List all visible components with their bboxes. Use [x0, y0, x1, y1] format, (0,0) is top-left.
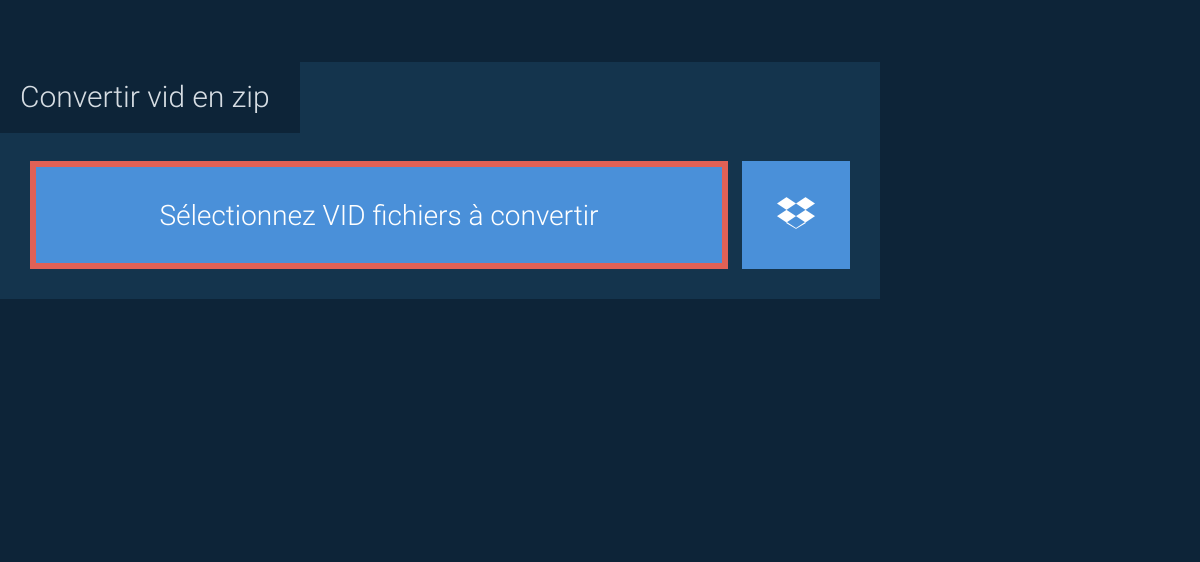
tab-title: Convertir vid en zip [0, 62, 300, 133]
dropbox-icon [777, 194, 815, 236]
dropbox-button[interactable] [742, 161, 850, 269]
tab-title-text: Convertir vid en zip [20, 80, 270, 115]
select-files-label: Sélectionnez VID fichiers à convertir [160, 199, 599, 232]
converter-panel: Convertir vid en zip Sélectionnez VID fi… [0, 62, 880, 299]
select-files-button[interactable]: Sélectionnez VID fichiers à convertir [30, 161, 728, 269]
button-row: Sélectionnez VID fichiers à convertir [0, 133, 880, 299]
